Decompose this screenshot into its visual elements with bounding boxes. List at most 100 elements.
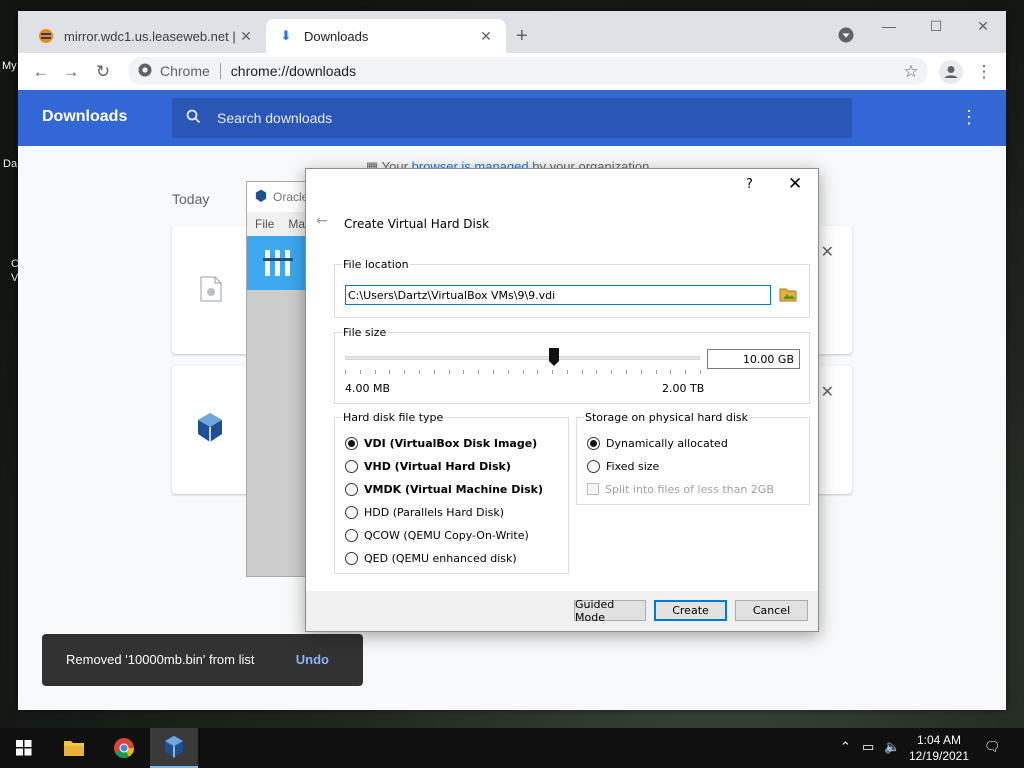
file-explorer-icon[interactable] [50, 728, 98, 768]
clock-date: 12/19/2021 [908, 749, 970, 763]
notifications-icon[interactable]: 🗨 [984, 739, 1001, 755]
page-title: Downloads [42, 108, 128, 125]
file-size-slider[interactable] [345, 356, 700, 360]
radio-fixed[interactable]: Fixed size [587, 459, 659, 473]
cancel-button[interactable]: Cancel [735, 600, 808, 621]
speaker-muted-icon[interactable]: 🔈 [884, 739, 900, 755]
minimize-icon[interactable]: — [866, 11, 912, 41]
slider-tick [359, 370, 361, 374]
remove-download-icon[interactable]: ✕ [821, 242, 834, 262]
radio-button[interactable] [345, 436, 358, 450]
slider-tick [685, 370, 687, 374]
forward-arrow-icon[interactable]: → [58, 59, 84, 85]
vbm-title: Oracle [273, 190, 309, 204]
radio-button[interactable] [345, 482, 358, 496]
network-icon[interactable]: ▭ [862, 739, 874, 755]
omnibox-separator [219, 63, 221, 79]
radio-button[interactable] [345, 528, 358, 542]
more-vert-icon[interactable]: ⋮ [971, 59, 997, 85]
storage-group: Storage on physical hard disk Dynamicall… [576, 411, 810, 505]
desktop-icon-label[interactable]: Da [3, 158, 17, 170]
radio-button[interactable] [345, 505, 358, 519]
avatar[interactable] [938, 59, 964, 85]
split-checkbox-row: Split into files of less than 2GB [587, 482, 774, 496]
close-tab-icon[interactable]: ✕ [238, 28, 254, 45]
slider-tick [492, 370, 494, 374]
tools-icon [263, 246, 293, 281]
close-tab-icon[interactable]: ✕ [478, 28, 494, 45]
guided-mode-button[interactable]: Guided Mode [574, 598, 646, 624]
help-button[interactable]: ? [746, 177, 753, 192]
back-arrow-icon[interactable]: ← [28, 59, 54, 85]
vbm-titlebar: Oracle [247, 182, 309, 212]
desktop-icon-label[interactable]: My [2, 60, 17, 72]
size-min-label: 4.00 MB [345, 382, 391, 395]
disk-type-group: Hard disk file type VDI (VirtualBox Disk… [334, 411, 569, 574]
omnibox-url: chrome://downloads [230, 63, 357, 79]
virtualbox-taskbar-icon[interactable] [150, 728, 198, 768]
maximize-icon[interactable]: ☐ [913, 11, 959, 41]
slider-tick [596, 370, 598, 374]
virtualbox-manager-window: Oracle File Ma [246, 181, 308, 577]
radio-qcow[interactable]: QCOW (QEMU Copy-On-Write) [345, 528, 529, 542]
chrome-logo-icon [138, 63, 152, 80]
slider-tick [507, 370, 509, 374]
tab-downloads[interactable]: ⬇ Downloads ✕ [266, 19, 506, 53]
virtualbox-icon [255, 189, 267, 206]
folder-icon[interactable] [779, 285, 797, 303]
close-icon[interactable]: ✕ [788, 174, 802, 194]
menu-file[interactable]: File [255, 217, 274, 231]
menu-machine[interactable]: Ma [288, 217, 305, 231]
storage-label: Storage on physical hard disk [584, 411, 749, 424]
tab-title: mirror.wdc1.us.leaseweb.net | po [64, 28, 238, 44]
slider-tick [700, 370, 701, 374]
size-max-label: 2.00 TB [662, 382, 705, 395]
tools-item[interactable] [247, 236, 307, 290]
profile-menu-icon[interactable] [838, 27, 854, 46]
virtualbox-icon [196, 412, 224, 447]
undo-button[interactable]: Undo [296, 652, 329, 667]
tab-title: Downloads [304, 28, 369, 44]
file-size-input[interactable]: 10.00 GB [707, 349, 800, 369]
slider-tick [611, 370, 613, 374]
chevron-up-icon[interactable]: ⌃ [840, 739, 851, 755]
radio-vdi[interactable]: VDI (VirtualBox Disk Image) [345, 436, 537, 450]
slider-tick [522, 370, 524, 374]
radio-qed[interactable]: QED (QEMU enhanced disk) [345, 551, 517, 565]
start-button[interactable] [0, 728, 48, 768]
more-vert-icon[interactable]: ⋮ [960, 107, 978, 128]
file-size-label: File size [342, 326, 388, 339]
slider-tick [374, 370, 376, 374]
radio-button[interactable] [345, 551, 358, 565]
chrome-icon[interactable] [100, 728, 148, 768]
slider-tick [404, 370, 406, 374]
vbm-content [247, 290, 307, 576]
radio-dynamic[interactable]: Dynamically allocated [587, 436, 728, 450]
radio-button[interactable] [587, 436, 600, 450]
search-input[interactable]: Search downloads [172, 98, 852, 138]
radio-hdd[interactable]: HDD (Parallels Hard Disk) [345, 505, 504, 519]
slider-tick [566, 370, 568, 374]
create-virtual-hard-disk-dialog: ? ✕ ← Create Virtual Hard Disk File loca… [305, 168, 819, 632]
address-bar[interactable]: Chrome chrome://downloads [128, 57, 928, 85]
radio-button[interactable] [345, 459, 358, 473]
reload-icon[interactable]: ↻ [90, 59, 116, 85]
remove-download-icon[interactable]: ✕ [821, 382, 834, 402]
bookmark-star-icon[interactable]: ☆ [898, 59, 924, 85]
radio-vhd[interactable]: VHD (Virtual Hard Disk) [345, 459, 511, 473]
clock[interactable]: 1:04 AM 12/19/2021 [904, 732, 974, 764]
tab-mirror[interactable]: mirror.wdc1.us.leaseweb.net | po ✕ [26, 19, 266, 53]
create-button[interactable]: Create [654, 600, 727, 621]
split-checkbox [587, 483, 599, 495]
dialog-content: ? ✕ ← Create Virtual Hard Disk File loca… [306, 169, 818, 591]
slider-tick [448, 370, 450, 374]
radio-button[interactable] [587, 459, 600, 473]
dialog-title: Create Virtual Hard Disk [344, 217, 490, 231]
back-arrow-icon[interactable]: ← [316, 213, 328, 229]
slider-tick [463, 370, 465, 374]
radio-vmdk[interactable]: VMDK (Virtual Machine Disk) [345, 482, 543, 496]
file-location-input[interactable]: C:\Users\Dartz\VirtualBox VMs\9\9.vdi [345, 285, 771, 305]
close-window-icon[interactable]: ✕ [960, 11, 1006, 41]
slider-thumb[interactable] [549, 348, 560, 366]
new-tab-button[interactable]: + [516, 25, 528, 48]
